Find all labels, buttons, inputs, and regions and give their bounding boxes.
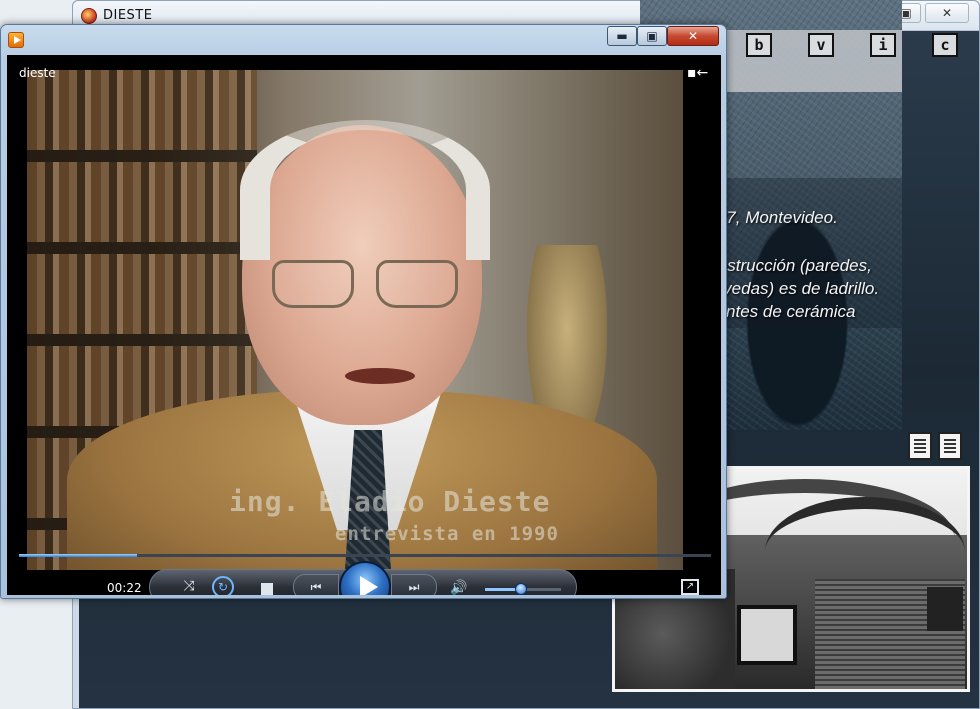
player-close-button[interactable]: ✕ <box>667 26 719 46</box>
volume-slider[interactable] <box>485 583 561 595</box>
nav-button-c[interactable]: c <box>932 33 958 57</box>
stop-button[interactable] <box>261 583 273 595</box>
switch-to-library-icon[interactable]: ↗ <box>681 579 699 595</box>
caption-subtitle: entrevista en 1990 <box>335 523 559 545</box>
player-minimize-button[interactable]: ▬ <box>607 26 637 46</box>
document-icon[interactable] <box>938 432 962 460</box>
dieste-app-icon <box>81 8 97 24</box>
player-maximize-button[interactable]: ▣ <box>637 26 667 46</box>
video-title: dieste <box>19 66 56 80</box>
previous-button[interactable]: ⏮ <box>293 574 339 595</box>
video-area[interactable]: dieste ▪← ing. Eladio Dieste entrevista … <box>7 55 721 595</box>
document-icon[interactable] <box>908 432 932 460</box>
caption-name: ing. Eladio Dieste <box>229 485 551 518</box>
nav-button-v[interactable]: v <box>808 33 834 57</box>
repeat-icon[interactable]: ↻ <box>212 576 234 595</box>
dieste-window-title: DIESTE <box>103 8 153 23</box>
shuffle-icon[interactable]: ⤨ <box>179 578 199 594</box>
nav-button-i[interactable]: i <box>870 33 896 57</box>
nav-button-b[interactable]: b <box>746 33 772 57</box>
elapsed-time: 00:22 <box>107 581 142 595</box>
dieste-close-button[interactable]: ✕ <box>925 3 969 23</box>
speaker-mouth <box>345 368 415 384</box>
next-button[interactable]: ⏭ <box>391 574 437 595</box>
media-player-window: ▬ ▣ ✕ dieste ▪← ing. Eladio Dieste entre… <box>0 24 727 599</box>
speaker-glasses <box>272 260 462 310</box>
speaker-hair <box>240 120 490 260</box>
seek-bar[interactable] <box>19 554 711 557</box>
fullscreen-icon[interactable]: ▪← <box>687 65 709 83</box>
media-player-app-icon <box>8 32 24 48</box>
volume-icon[interactable]: 🔊 <box>449 580 469 595</box>
seek-bar-progress <box>19 554 137 557</box>
